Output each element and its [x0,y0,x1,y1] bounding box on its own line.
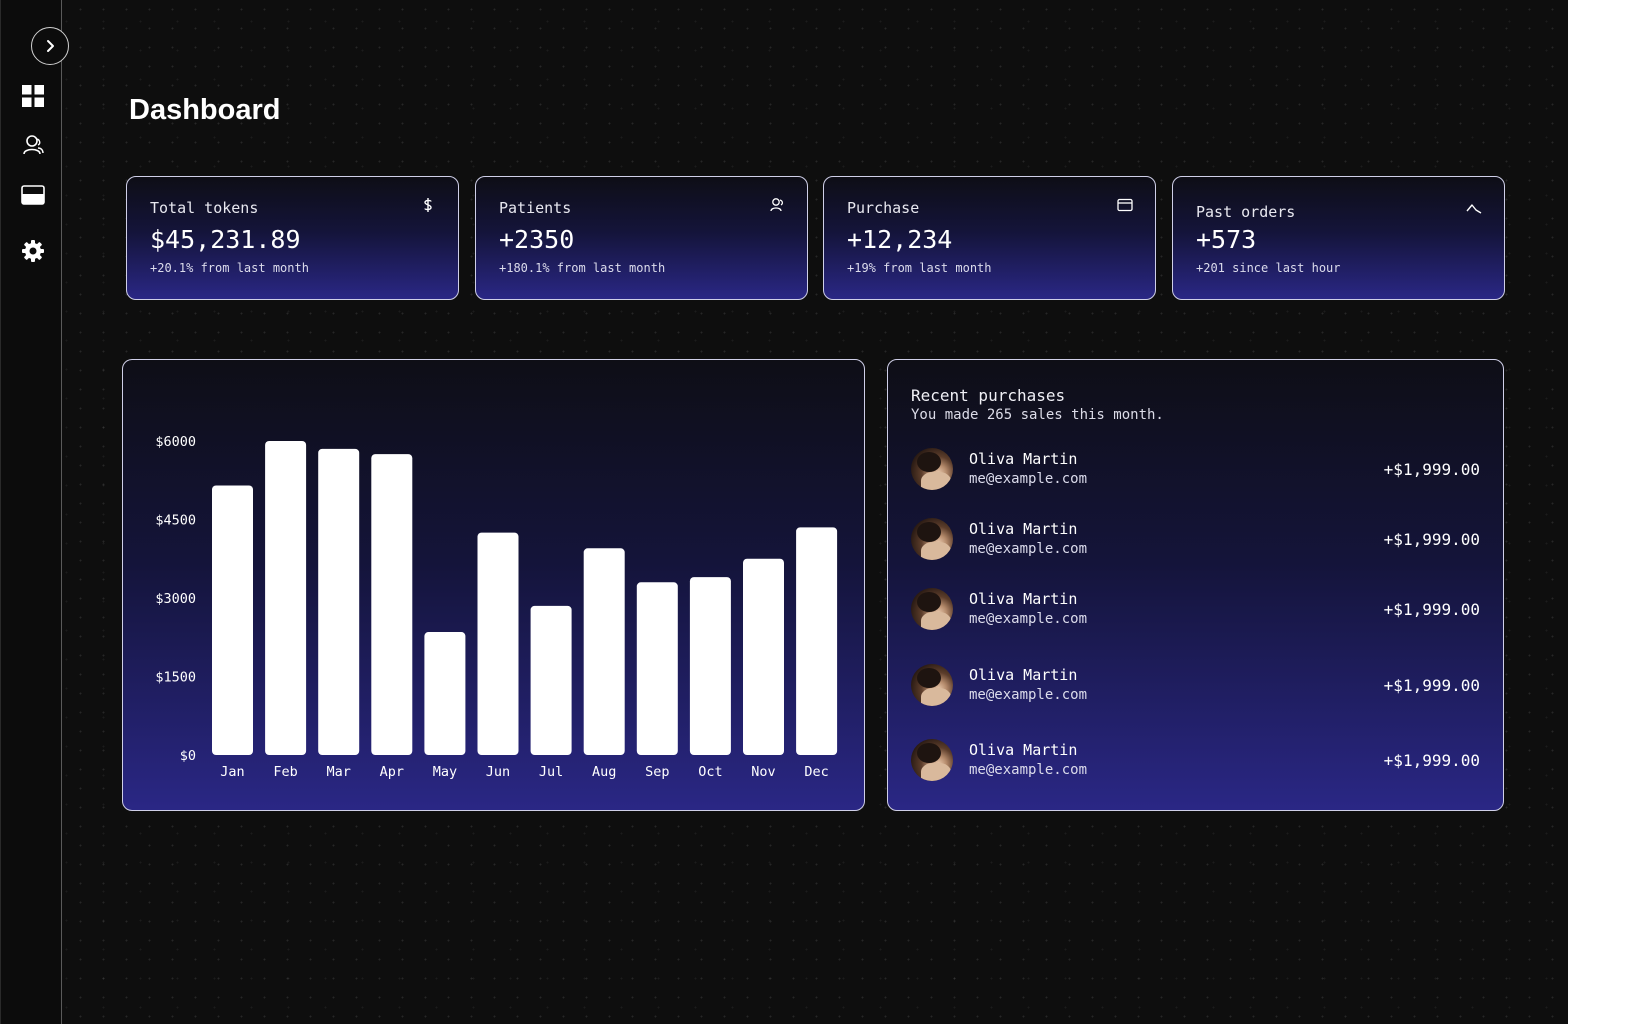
avatar [911,739,953,781]
recent-purchases-description: You made 265 sales this month. [911,407,1164,423]
customer-name: Oliva Martin [969,520,1078,538]
card-icon [1117,198,1133,212]
x-tick-label: Feb [273,764,297,780]
bar-jul[interactable] [530,605,572,755]
customer-name: Oliva Martin [969,590,1078,608]
x-tick-label: Mar [327,764,351,780]
stat-card-patients[interactable]: Patients +2350 +180.1% from last month [475,176,808,300]
bar-feb[interactable] [265,441,307,755]
list-item[interactable]: Oliva Martin me@example.com +$1,999.00 [911,588,1480,632]
list-item[interactable]: Oliva Martin me@example.com +$1,999.00 [911,664,1480,708]
x-tick-label: Dec [804,764,828,780]
customer-email: me@example.com [969,762,1088,778]
purchase-amount: +$1,999.00 [1383,600,1480,619]
stat-label: Patients [499,199,572,217]
bar-aug[interactable] [583,548,625,755]
customer-name: Oliva Martin [969,450,1078,468]
avatar [911,664,953,706]
stat-label: Purchase [847,199,920,217]
x-tick-label: May [433,764,457,780]
customer-email: me@example.com [969,687,1088,703]
purchase-amount: +$1,999.00 [1383,676,1480,695]
x-tick-label: Nov [751,764,775,780]
stat-card-purchase[interactable]: Purchase +12,234 +19% from last month [823,176,1156,300]
purchase-amount: +$1,999.00 [1383,530,1480,549]
customer-email: me@example.com [969,611,1088,627]
sidebar-item-dashboard[interactable] [21,84,45,108]
list-item[interactable]: Oliva Martin me@example.com +$1,999.00 [911,739,1480,783]
x-tick-label: Oct [698,764,722,780]
stat-change: +180.1% from last month [499,261,666,275]
y-tick-label: $1500 [155,670,196,686]
x-tick-label: Jul [539,764,563,780]
customer-name: Oliva Martin [969,666,1078,684]
avatar [911,588,953,630]
list-item[interactable]: Oliva Martin me@example.com +$1,999.00 [911,518,1480,562]
customer-name: Oliva Martin [969,741,1078,759]
recent-purchases-title: Recent purchases [911,386,1066,405]
x-tick-label: Sep [645,764,669,780]
bar-mar[interactable] [318,448,360,755]
x-tick-label: Jun [486,764,510,780]
avatar [911,448,953,490]
stat-label: Total tokens [150,199,259,217]
bar-apr[interactable] [371,454,413,755]
stat-card-past-orders[interactable]: Past orders +573 +201 since last hour [1172,176,1505,300]
dashboard-grid-icon [22,85,44,107]
bar-dec[interactable] [796,527,838,755]
y-tick-label: $4500 [155,513,196,529]
customer-email: me@example.com [969,471,1088,487]
stat-change: +201 since last hour [1196,261,1341,275]
app-window: Dashboard Total tokens $45,231.89 +20.1%… [0,0,1568,1024]
gear-icon [22,240,44,262]
dollar-icon [424,198,432,212]
x-tick-label: Jan [220,764,244,780]
purchase-amount: +$1,999.00 [1383,460,1480,479]
sidebar-item-users[interactable] [21,133,45,157]
y-tick-label: $6000 [155,434,196,450]
sidebar-toggle-button[interactable] [31,27,69,65]
chevron-right-icon [47,40,54,52]
bar-oct[interactable] [689,577,731,755]
stat-value: +2350 [499,225,575,254]
bar-sep[interactable] [636,582,678,755]
x-tick-label: Aug [592,764,616,780]
sidebar-item-settings[interactable] [21,239,45,263]
bar-jun[interactable] [477,532,519,755]
bar-nov[interactable] [743,558,784,755]
activity-icon [1466,204,1482,214]
stat-label: Past orders [1196,203,1296,221]
stat-value: +573 [1196,225,1257,254]
stat-value: $45,231.89 [150,225,301,254]
recent-purchases-card: Recent purchases You made 265 sales this… [887,359,1504,811]
sidebar-item-cards[interactable] [21,183,45,207]
users-icon [770,198,783,212]
sidebar [0,0,69,1024]
stat-change: +20.1% from last month [150,261,309,275]
customer-email: me@example.com [969,541,1088,557]
bar-jan[interactable] [212,485,253,755]
users-icon [23,135,44,155]
y-tick-label: $0 [180,748,196,764]
overview-chart-card: Jan Feb Mar Apr May Jun Jul Aug Sep Oct Nov Dec $0 $1… [122,359,865,811]
y-tick-label: $3000 [155,591,196,607]
x-tick-label: Apr [380,764,404,780]
page-title: Dashboard [129,94,281,126]
stat-card-total-tokens[interactable]: Total tokens $45,231.89 +20.1% from last… [126,176,459,300]
purchase-amount: +$1,999.00 [1383,751,1480,770]
bar-may[interactable] [424,632,466,755]
stat-change: +19% from last month [847,261,992,275]
stat-value: +12,234 [847,225,953,254]
avatar [911,518,953,560]
list-item[interactable]: Oliva Martin me@example.com +$1,999.00 [911,448,1480,492]
card-icon [21,185,45,205]
bar-chart: Jan Feb Mar Apr May Jun Jul Aug Sep Oct Nov Dec $0 $1… [155,434,838,780]
